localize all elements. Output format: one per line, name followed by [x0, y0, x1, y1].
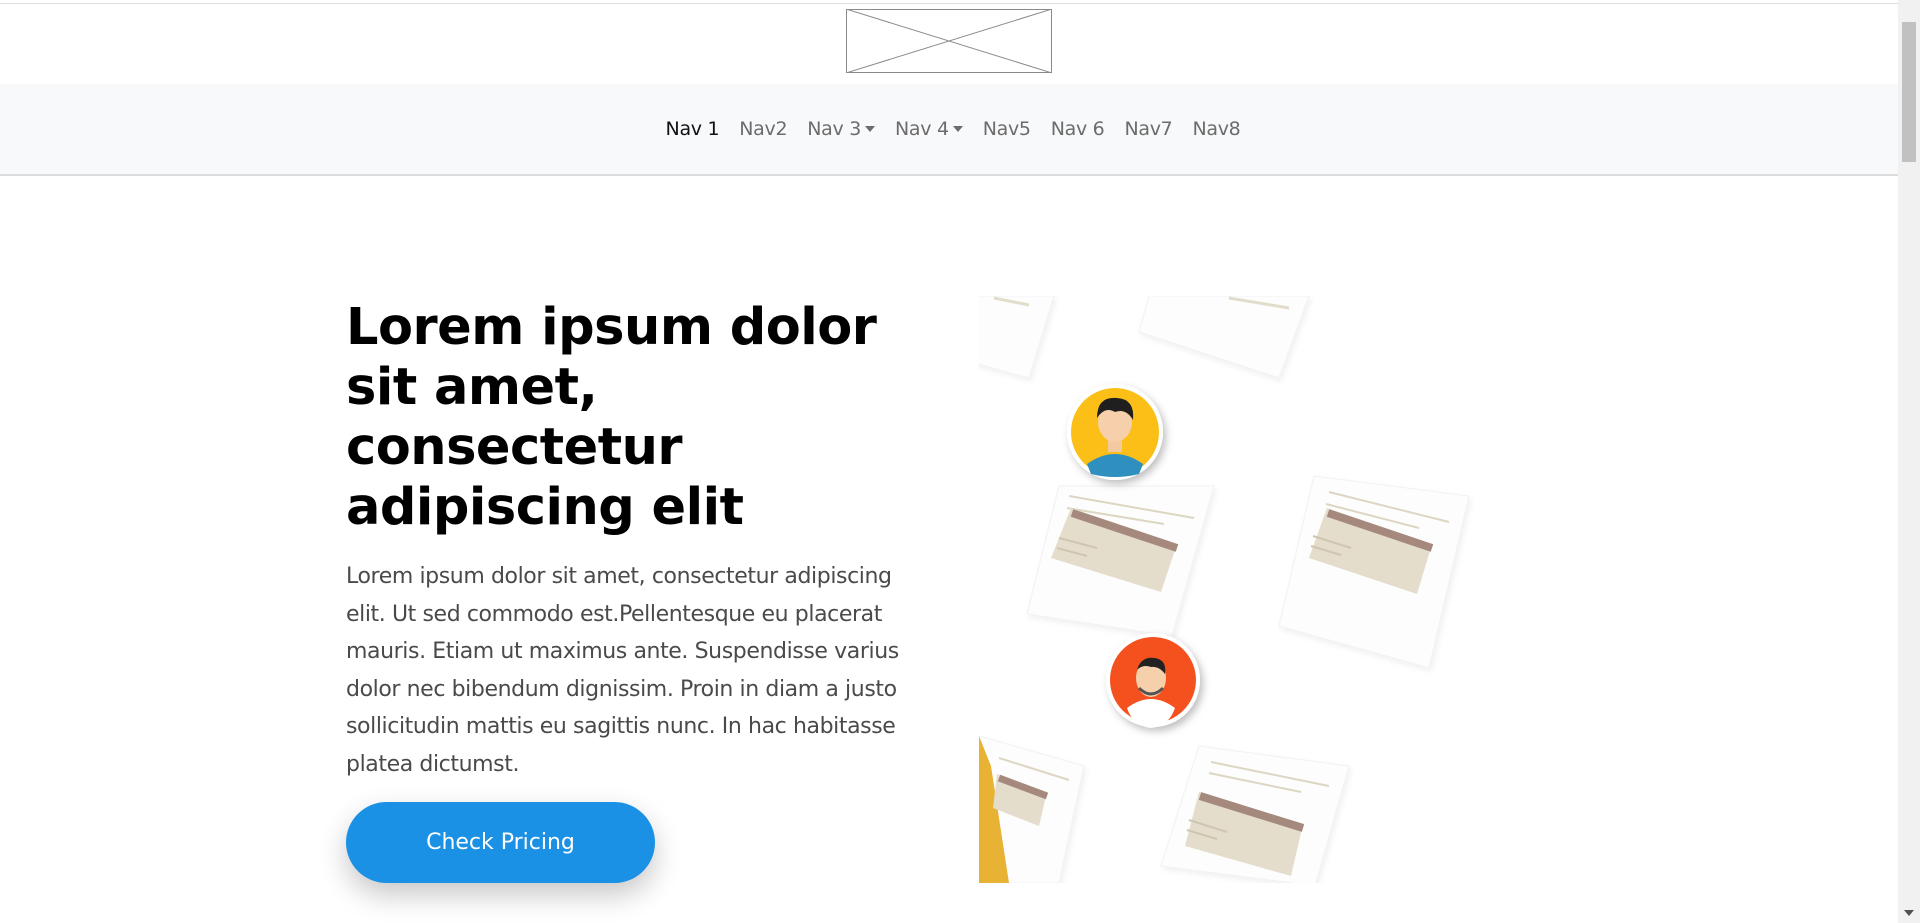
- hero-illustration: [979, 296, 1470, 883]
- document-card: [979, 735, 1085, 883]
- nav-item-4-dropdown[interactable]: Nav 4: [895, 118, 963, 140]
- scrollbar-thumb[interactable]: [1902, 22, 1916, 162]
- nav-item-label: Nav2: [739, 118, 788, 140]
- document-card: [1026, 485, 1215, 637]
- header: [0, 4, 1898, 84]
- document-card: [1160, 745, 1350, 883]
- document-card: [1278, 475, 1470, 669]
- nav-item-label: Nav7: [1124, 118, 1173, 140]
- nav-item-6[interactable]: Nav 6: [1051, 118, 1105, 140]
- scroll-down-arrow-icon[interactable]: [1904, 910, 1914, 916]
- nav-item-label: Nav 3: [807, 118, 861, 140]
- nav-item-5[interactable]: Nav5: [983, 118, 1031, 140]
- nav-item-label: Nav8: [1192, 118, 1241, 140]
- hero-title: Lorem ipsum dolor sit amet, consectetur …: [346, 298, 877, 537]
- nav-item-label: Nav 4: [895, 118, 949, 140]
- nav-item-7[interactable]: Nav7: [1124, 118, 1172, 140]
- avatar: [1106, 633, 1200, 728]
- nav-item-label: Nav 1: [665, 118, 720, 140]
- nav-item-1[interactable]: Nav 1: [666, 118, 720, 140]
- nav-item-8[interactable]: Nav8: [1192, 118, 1240, 140]
- caret-down-icon: [952, 126, 963, 132]
- avatar: [1067, 384, 1163, 480]
- nav-item-label: Nav 6: [1050, 118, 1105, 140]
- nav-item-2[interactable]: Nav2: [739, 118, 787, 140]
- document-card: [1138, 296, 1310, 379]
- hero-description: Lorem ipsum dolor sit amet, consectetur …: [346, 564, 899, 777]
- navbar: Nav 1 Nav2 Nav 3 Nav 4 Nav5 Nav 6 Nav7 N…: [0, 84, 1898, 176]
- nav-item-label: Nav5: [982, 118, 1031, 140]
- vertical-scrollbar[interactable]: [1898, 0, 1920, 923]
- nav-list: Nav 1 Nav2 Nav 3 Nav 4 Nav5 Nav 6 Nav7 N…: [0, 118, 1898, 140]
- caret-down-icon: [865, 126, 875, 132]
- logo-placeholder-image[interactable]: [846, 9, 1052, 73]
- page: Nav 1 Nav2 Nav 3 Nav 4 Nav5 Nav 6 Nav7 N…: [0, 0, 1898, 923]
- document-card: [979, 296, 1055, 379]
- nav-item-3-dropdown[interactable]: Nav 3: [807, 118, 875, 140]
- check-pricing-button[interactable]: Check Pricing: [346, 802, 655, 883]
